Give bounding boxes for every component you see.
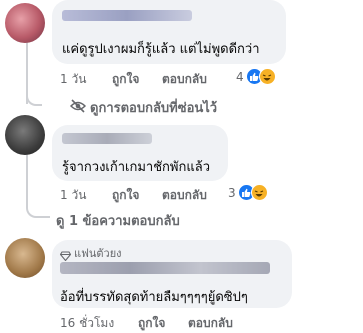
- haha-reaction-icon: [250, 184, 268, 201]
- thread-connector: [26, 88, 42, 106]
- comment-time[interactable]: 1 วัน: [60, 70, 86, 89]
- thread-line: [26, 147, 28, 202]
- avatar[interactable]: [5, 3, 45, 43]
- thread-connector: [26, 196, 50, 218]
- comment-text: รู้จากวงเก้าเกมาชักพักแล้ว: [62, 160, 210, 175]
- comment-time[interactable]: 1 วัน: [60, 186, 86, 205]
- author-name-blurred[interactable]: [62, 133, 152, 144]
- comment-time[interactable]: 16 ชั่วโมง: [60, 314, 114, 333]
- author-name-blurred[interactable]: [62, 10, 192, 21]
- eye-slash-icon: [69, 98, 87, 117]
- reactions-summary[interactable]: 4: [236, 68, 276, 85]
- reply-button[interactable]: ตอบกลับ: [162, 70, 207, 89]
- avatar[interactable]: [5, 238, 45, 278]
- hidden-replies-link[interactable]: ดูการตอบกลับที่ซ่อนไว้: [90, 97, 217, 118]
- author-name-blurred[interactable]: [60, 262, 270, 274]
- comment-text: อ้อที่บรรทัดสุดท้ายลืมๆๆๆๆยู้ดซิปๆ: [60, 290, 248, 305]
- reaction-count: 3: [228, 185, 236, 200]
- view-replies-link[interactable]: ดู 1 ข้อความตอบกลับ: [56, 210, 180, 231]
- like-button[interactable]: ถูกใจ: [138, 314, 165, 333]
- comment-text: แค่ดูรูปเงาผมก็รู้แล้ว แต่ไม่พูดดีกว่า: [62, 42, 260, 57]
- avatar[interactable]: [5, 115, 45, 155]
- reply-button[interactable]: ตอบกลับ: [188, 314, 233, 333]
- reactions-summary[interactable]: 3: [228, 184, 268, 201]
- reply-button[interactable]: ตอบกลับ: [162, 186, 207, 205]
- like-button[interactable]: ถูกใจ: [112, 70, 139, 89]
- like-button[interactable]: ถูกใจ: [112, 186, 139, 205]
- haha-reaction-icon: [258, 68, 276, 85]
- top-fan-badge: แฟนตัวยง: [74, 247, 122, 260]
- reaction-count: 4: [236, 69, 244, 84]
